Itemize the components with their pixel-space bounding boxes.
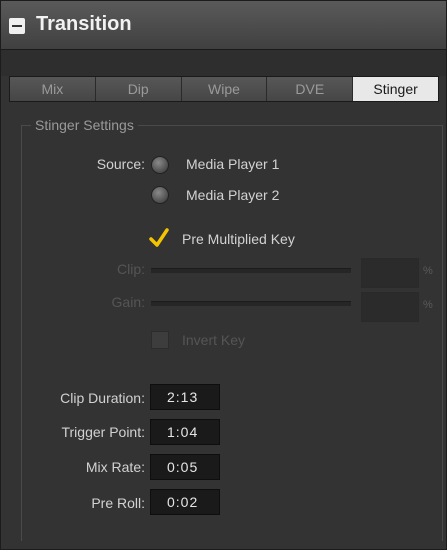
mix-rate-label: Mix Rate: bbox=[85, 459, 145, 475]
clip-unit: % bbox=[423, 265, 433, 277]
trigger-point-label: Trigger Point: bbox=[61, 424, 145, 440]
tab-dve[interactable]: DVE bbox=[267, 77, 354, 101]
gain-unit: % bbox=[423, 299, 433, 311]
stinger-settings-label: Stinger Settings bbox=[31, 117, 138, 133]
panel-header: Transition bbox=[1, 1, 446, 50]
source-media-player-2-radio[interactable] bbox=[151, 186, 169, 204]
collapse-icon[interactable] bbox=[9, 18, 25, 34]
checkmark-icon bbox=[149, 228, 169, 247]
gain-label: Gain: bbox=[111, 294, 145, 310]
pre-roll-label: Pre Roll: bbox=[91, 495, 145, 511]
clip-input[interactable] bbox=[361, 258, 419, 288]
source-media-player-2-label: Media Player 2 bbox=[186, 187, 280, 203]
mix-rate-field[interactable]: 0:05 bbox=[150, 454, 220, 480]
clip-duration-field[interactable]: 2:13 bbox=[150, 384, 220, 410]
transition-tabs: Mix Dip Wipe DVE Stinger bbox=[9, 76, 439, 102]
source-label: Source: bbox=[96, 156, 145, 172]
invert-key-checkbox[interactable] bbox=[151, 331, 169, 349]
clip-label: Clip: bbox=[116, 261, 145, 277]
pre-multiplied-key-checkbox[interactable] bbox=[149, 228, 169, 247]
trigger-point-field[interactable]: 1:04 bbox=[150, 419, 220, 445]
source-media-player-1-label: Media Player 1 bbox=[186, 156, 280, 172]
header-band bbox=[1, 50, 446, 76]
panel-title: Transition bbox=[36, 13, 132, 35]
tab-stinger[interactable]: Stinger bbox=[353, 77, 438, 101]
gain-slider[interactable] bbox=[151, 301, 351, 306]
pre-roll-field[interactable]: 0:02 bbox=[150, 489, 220, 515]
clip-slider[interactable] bbox=[151, 268, 351, 273]
source-media-player-1-radio[interactable] bbox=[151, 156, 169, 174]
invert-key-label: Invert Key bbox=[182, 332, 246, 348]
tab-wipe[interactable]: Wipe bbox=[181, 77, 268, 101]
clip-duration-label: Clip Duration: bbox=[60, 390, 145, 406]
transition-panel: Transition Mix Dip Wipe DVE Stinger Stin… bbox=[0, 0, 447, 550]
tab-mix[interactable]: Mix bbox=[10, 77, 96, 101]
gain-input[interactable] bbox=[361, 292, 419, 322]
pre-multiplied-key-label: Pre Multiplied Key bbox=[182, 231, 295, 247]
tab-dip[interactable]: Dip bbox=[95, 77, 182, 101]
